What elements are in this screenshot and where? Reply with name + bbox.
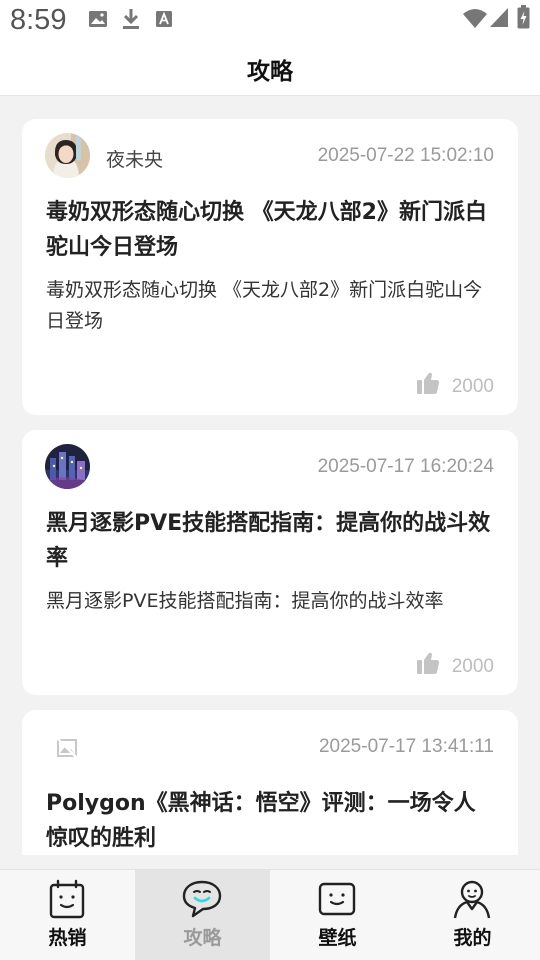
tab-label: 热销 xyxy=(48,927,87,949)
chat-bubble-icon xyxy=(182,880,222,918)
post-timestamp: 2025-07-22 15:02:10 xyxy=(317,145,494,166)
shopping-bag-icon xyxy=(49,879,85,919)
article-title[interactable]: 黑月逐影PVE技能搭配指南：提高你的战斗效率 xyxy=(46,506,496,576)
article-card[interactable]: 夜未央 2025-07-22 15:02:10 毒奶双形态随心切换 《天龙八部2… xyxy=(22,119,518,415)
thumbs-up-icon[interactable] xyxy=(416,651,440,675)
article-card[interactable]: 2025-07-17 13:41:11 Polygon《黑神话：悟空》评测：一场… xyxy=(22,710,518,855)
article-summary: 黑月逐影PVE技能搭配指南：提高你的战斗效率 xyxy=(46,590,444,612)
tab-hot-sale[interactable]: 热销 xyxy=(0,870,135,960)
status-bar: 8:59 xyxy=(0,0,540,44)
author-name: 夜未央 xyxy=(106,149,164,171)
font-icon xyxy=(156,11,172,27)
battery-charging-icon xyxy=(517,5,530,29)
page-title: 攻略 xyxy=(247,59,293,85)
tab-label: 攻略 xyxy=(183,927,222,949)
image-icon xyxy=(89,11,107,27)
tab-label: 我的 xyxy=(453,927,492,949)
bottom-nav: 热销 攻略 壁纸 我的 xyxy=(0,869,540,960)
download-icon xyxy=(123,9,139,29)
tab-profile[interactable]: 我的 xyxy=(405,870,540,960)
signal-icon xyxy=(490,8,508,27)
post-timestamp: 2025-07-17 13:41:11 xyxy=(318,736,494,757)
wallpaper-icon xyxy=(318,882,356,916)
article-summary: 毒奶双形态随心切换 《天龙八部2》新门派白驼山今日登场 xyxy=(46,279,483,332)
article-feed[interactable]: 夜未央 2025-07-22 15:02:10 毒奶双形态随心切换 《天龙八部2… xyxy=(0,97,540,855)
thumbs-up-icon[interactable] xyxy=(416,371,440,395)
app-header: 攻略 xyxy=(0,44,540,96)
article-title[interactable]: 毒奶双形态随心切换 《天龙八部2》新门派白驼山今日登场 xyxy=(46,195,496,265)
author-avatar[interactable] xyxy=(45,444,90,489)
tab-guides[interactable]: 攻略 xyxy=(135,870,270,960)
broken-image-icon xyxy=(55,736,79,760)
article-card[interactable]: 2025-07-17 16:20:24 黑月逐影PVE技能搭配指南：提高你的战斗… xyxy=(22,430,518,695)
like-count: 2000 xyxy=(451,656,494,677)
profile-icon xyxy=(453,880,491,919)
like-count: 2000 xyxy=(451,376,494,397)
tab-label: 壁纸 xyxy=(318,927,357,949)
tab-wallpaper[interactable]: 壁纸 xyxy=(270,870,405,960)
post-timestamp: 2025-07-17 16:20:24 xyxy=(317,456,494,477)
wifi-icon xyxy=(463,9,487,28)
author-avatar[interactable] xyxy=(45,133,90,178)
article-title[interactable]: Polygon《黑神话：悟空》评测：一场令人惊叹的胜利 xyxy=(46,786,496,855)
status-time: 8:59 xyxy=(10,4,67,36)
